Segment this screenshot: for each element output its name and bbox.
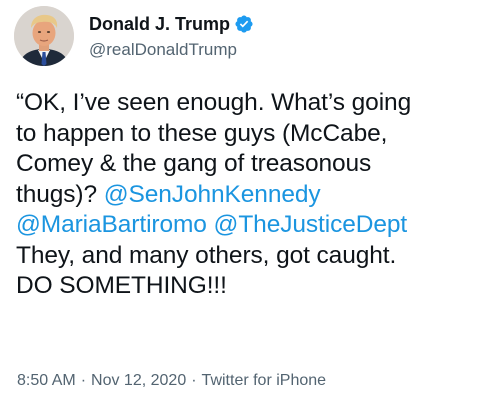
tweet-date[interactable]: Nov 12, 2020 — [91, 372, 186, 389]
tweet-text-segment: to happen to these guys (McCabe, — [16, 119, 388, 147]
tweet-text-line: @MariaBartiromo @TheJusticeDept — [16, 210, 494, 241]
name-row: Donald J. Trump — [89, 11, 254, 37]
mention-link[interactable]: @MariaBartiromo — [16, 211, 207, 238]
tweet-text-segment: “OK, I’ve seen enough. What’s going — [16, 89, 412, 116]
tweet-text: “OK, I’ve seen enough. What’s going to ha… — [16, 88, 494, 302]
tweet-card: Donald J. Trump @realDonaldTrump “OK, I’… — [0, 0, 500, 406]
tweet-meta: 8:50 AM · Nov 12, 2020 · Twitter for iPhone — [17, 371, 326, 391]
tweet-text-line: thugs)? @SenJohnKennedy — [16, 180, 494, 211]
author-display-name[interactable]: Donald J. Trump — [89, 12, 230, 36]
tweet-header: Donald J. Trump @realDonaldTrump — [14, 6, 254, 66]
tweet-text-line: “OK, I’ve seen enough. What’s going — [16, 88, 494, 119]
tweet-text-line: DO SOMETHING!!! — [16, 271, 494, 302]
tweet-text-line: Comey & the gang of treasonous — [16, 149, 494, 180]
meta-separator: · — [191, 372, 197, 389]
tweet-text-segment: Comey & the gang of treasonous — [16, 150, 372, 177]
author-handle[interactable]: @realDonaldTrump — [89, 39, 254, 61]
author-names: Donald J. Trump @realDonaldTrump — [89, 11, 254, 61]
verified-badge-icon — [234, 14, 254, 34]
tweet-text-line: to happen to these guys (McCabe, — [16, 119, 494, 150]
tweet-text-segment: thugs)? — [16, 180, 104, 208]
tweet-text-segment — [207, 211, 214, 238]
avatar[interactable] — [14, 6, 74, 66]
avatar-image — [14, 6, 74, 66]
mention-link[interactable]: @TheJusticeDept — [214, 211, 408, 238]
tweet-text-segment: They, and many others, got caught. — [16, 241, 397, 269]
tweet-source[interactable]: Twitter for iPhone — [202, 372, 327, 389]
meta-separator: · — [80, 372, 87, 389]
tweet-time[interactable]: 8:50 AM — [17, 372, 76, 389]
tweet-text-segment: DO SOMETHING!!! — [16, 272, 227, 299]
mention-link[interactable]: @SenJohnKennedy — [104, 181, 321, 208]
tweet-text-line: They, and many others, got caught. — [16, 241, 494, 272]
